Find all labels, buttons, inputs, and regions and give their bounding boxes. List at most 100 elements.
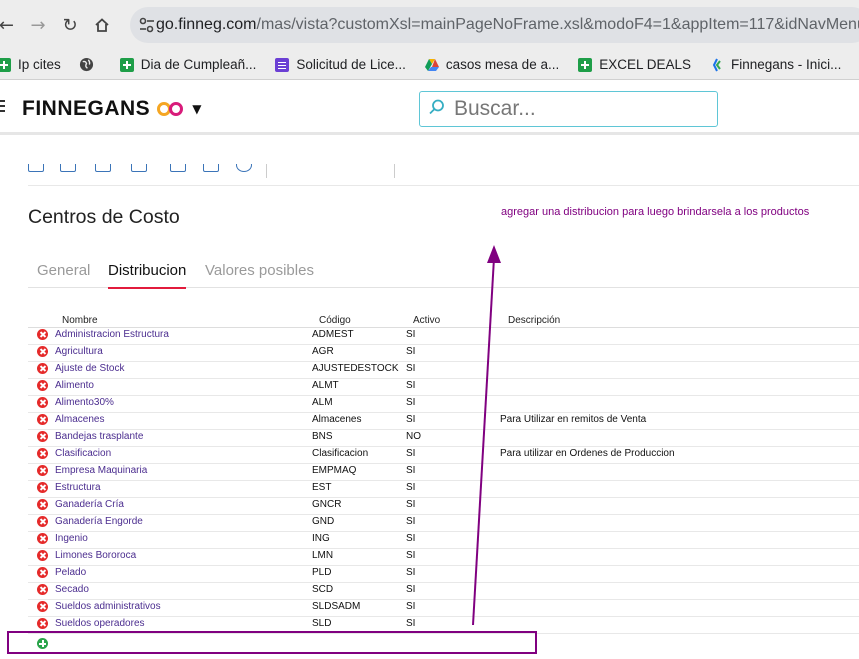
table-row[interactable]: Clasificacion Clasificacion SI Para utiliza…	[28, 447, 859, 464]
search-input[interactable]	[454, 97, 704, 121]
hamburger-menu-icon[interactable]	[0, 100, 5, 114]
delete-row-icon[interactable]	[37, 346, 48, 357]
toolbar-new-icon[interactable]	[28, 164, 44, 172]
table-row[interactable]: Ajuste de Stock AJUSTEDESTOCK SI	[28, 362, 859, 379]
cell-descripcion: Para utilizar en Ordenes de Produccion	[500, 448, 675, 459]
header-codigo[interactable]: Código	[319, 315, 351, 326]
tab-bar: General Distribucion Valores posibles	[28, 256, 859, 289]
tab-valores-posibles[interactable]: Valores posibles	[205, 262, 314, 287]
cell-codigo: EST	[312, 482, 332, 493]
table-row[interactable]: Ganadería Engorde GND SI	[28, 515, 859, 532]
caret-down-icon[interactable]: ▼	[192, 102, 202, 116]
cell-nombre[interactable]: Sueldos operadores	[55, 618, 145, 629]
bookmark-excel-deals[interactable]: EXCEL DEALS	[577, 57, 691, 73]
forms-icon	[274, 57, 290, 73]
cell-nombre[interactable]: Limones Bororoca	[55, 550, 136, 561]
annotation-note: agregar una distribucion para luego brin…	[501, 206, 810, 218]
cell-nombre[interactable]: Agricultura	[55, 346, 103, 357]
reload-icon[interactable]: ↻	[54, 9, 86, 41]
cell-activo: SI	[406, 482, 416, 493]
delete-row-icon[interactable]	[37, 397, 48, 408]
cell-nombre[interactable]: Estructura	[55, 482, 101, 493]
cell-nombre[interactable]: Ganadería Engorde	[55, 516, 143, 527]
home-icon[interactable]	[86, 9, 118, 41]
delete-row-icon[interactable]	[37, 567, 48, 578]
brand-menu[interactable]: FINNEGANS ▼	[22, 97, 202, 121]
delete-row-icon[interactable]	[37, 516, 48, 527]
delete-row-icon[interactable]	[37, 431, 48, 442]
table-row[interactable]: Pelado PLD SI	[28, 566, 859, 583]
toolbar-export-icon[interactable]	[203, 164, 219, 172]
delete-row-icon[interactable]	[37, 380, 48, 391]
bookmark-casos-mesa[interactable]: casos mesa de a...	[424, 57, 559, 73]
table-row[interactable]: Ingenio ING SI	[28, 532, 859, 549]
bookmark-solicitud-de-licencia[interactable]: Solicitud de Lice...	[274, 57, 406, 73]
address-bar[interactable]: go.finneg.com/mas/vista?customXsl=mainPa…	[130, 7, 859, 43]
table-row[interactable]: Estructura EST SI	[28, 481, 859, 498]
tab-general[interactable]: General	[37, 262, 90, 287]
cell-activo: SI	[406, 346, 416, 357]
table-row[interactable]: Alimento30% ALM SI	[28, 396, 859, 413]
grid-header: Nombre Código Activo Descripción	[28, 312, 859, 328]
delete-row-icon[interactable]	[37, 550, 48, 561]
search-box[interactable]	[419, 91, 718, 127]
bookmark-globe[interactable]	[79, 57, 101, 73]
cell-codigo: ALMT	[312, 380, 339, 391]
table-row[interactable]: Administracion Estructura ADMEST SI	[28, 328, 859, 345]
bookmark-dia-de-cumpleanos[interactable]: Dia de Cumpleañ...	[119, 57, 256, 73]
table-row[interactable]: Empresa Maquinaria EMPMAQ SI	[28, 464, 859, 481]
toolbar-print-icon[interactable]	[170, 164, 186, 172]
toolbar-attach-icon[interactable]	[236, 164, 252, 172]
toolbar-edit-icon[interactable]	[95, 164, 111, 172]
table-row[interactable]: Sueldos administrativos SLDSADM SI	[28, 600, 859, 617]
table-row[interactable]: Bandejas trasplante BNS NO	[28, 430, 859, 447]
cell-nombre[interactable]: Empresa Maquinaria	[55, 465, 147, 476]
cell-activo: SI	[406, 363, 416, 374]
table-row[interactable]: Secado SCD SI	[28, 583, 859, 600]
back-arrow-icon[interactable]: ←	[0, 9, 14, 41]
sheets-icon	[0, 57, 12, 73]
delete-row-icon[interactable]	[37, 448, 48, 459]
delete-row-icon[interactable]	[37, 414, 48, 425]
header-activo[interactable]: Activo	[413, 315, 440, 326]
cell-codigo: LMN	[312, 550, 334, 561]
tab-distribucion[interactable]: Distribucion	[108, 262, 187, 289]
cell-nombre[interactable]: Pelado	[55, 567, 86, 578]
table-row[interactable]: Almacenes Almacenes SI Para Utilizar en rem…	[28, 413, 859, 430]
table-row[interactable]: Agricultura AGR SI	[28, 345, 859, 362]
cell-nombre[interactable]: Alimento	[55, 380, 94, 391]
delete-row-icon[interactable]	[37, 329, 48, 340]
cell-nombre[interactable]: Ajuste de Stock	[55, 363, 124, 374]
table-row[interactable]: Limones Bororoca LMN SI	[28, 549, 859, 566]
cell-nombre[interactable]: Bandejas trasplante	[55, 431, 143, 442]
cell-nombre[interactable]: Sueldos administrativos	[55, 601, 161, 612]
forward-arrow-icon[interactable]: →	[22, 9, 54, 41]
delete-row-icon[interactable]	[37, 618, 48, 629]
delete-row-icon[interactable]	[37, 363, 48, 374]
cell-activo: SI	[406, 601, 416, 612]
table-row[interactable]: Alimento ALMT SI	[28, 379, 859, 396]
cell-nombre[interactable]: Clasificacion	[55, 448, 111, 459]
site-settings-icon[interactable]	[138, 17, 156, 33]
cell-nombre[interactable]: Ingenio	[55, 533, 88, 544]
cell-nombre[interactable]: Administracion Estructura	[55, 329, 169, 340]
cell-nombre[interactable]: Alimento30%	[55, 397, 114, 408]
header-nombre[interactable]: Nombre	[62, 315, 98, 326]
toolbar-copy-icon[interactable]	[131, 164, 147, 172]
finnegans-logo-icon	[156, 101, 184, 117]
cell-nombre[interactable]: Almacenes	[55, 414, 104, 425]
cell-nombre[interactable]: Secado	[55, 584, 89, 595]
delete-row-icon[interactable]	[37, 601, 48, 612]
bookmark-ip-cites[interactable]: Ip cites	[0, 57, 61, 73]
delete-row-icon[interactable]	[37, 465, 48, 476]
header-descripcion[interactable]: Descripción	[508, 315, 560, 326]
delete-row-icon[interactable]	[37, 482, 48, 493]
cell-nombre[interactable]: Ganadería Cría	[55, 499, 124, 510]
table-row[interactable]: Ganadería Cría GNCR SI	[28, 498, 859, 515]
delete-row-icon[interactable]	[37, 499, 48, 510]
delete-row-icon[interactable]	[37, 533, 48, 544]
bookmark-finnegans-inicio[interactable]: Finnegans - Inici...	[709, 57, 841, 73]
toolbar-save-icon[interactable]	[60, 164, 76, 172]
delete-row-icon[interactable]	[37, 584, 48, 595]
cell-activo: SI	[406, 533, 416, 544]
